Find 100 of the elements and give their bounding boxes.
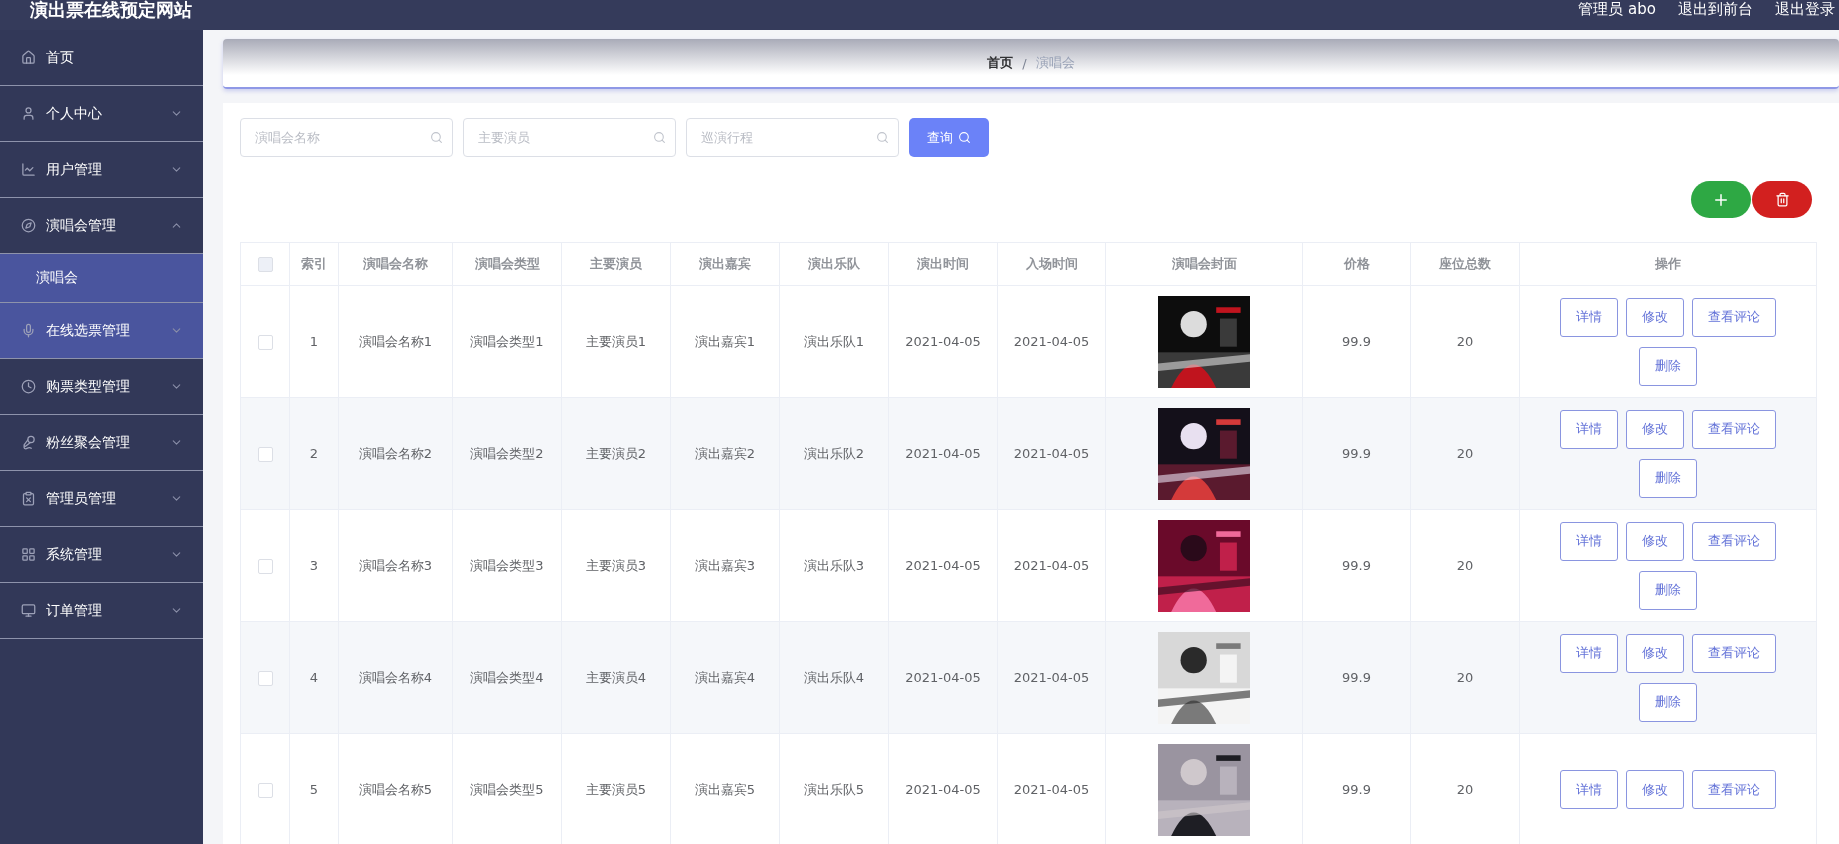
table-cell: 演出嘉宾3 xyxy=(670,509,780,622)
user-icon xyxy=(21,106,36,121)
action-button[interactable]: 修改 xyxy=(1626,633,1684,673)
search-field[interactable]: 巡演行程 xyxy=(686,118,899,157)
action-button[interactable]: 查看评论 xyxy=(1692,770,1776,809)
clock-icon xyxy=(21,379,36,394)
table-cell: 99.9 xyxy=(1302,621,1411,734)
header-link[interactable]: 退出登录 xyxy=(1775,0,1835,18)
column-header: 演出乐队 xyxy=(779,242,889,286)
column-header: 索引 xyxy=(289,242,339,286)
action-button[interactable]: 查看评论 xyxy=(1692,409,1776,449)
table-cell: 4 xyxy=(289,621,339,734)
column-header: 主要演员 xyxy=(561,242,671,286)
action-button[interactable]: 删除 xyxy=(1639,682,1697,722)
search-icon xyxy=(876,131,889,144)
column-header: 演出时间 xyxy=(888,242,998,286)
table-cell: 20 xyxy=(1410,397,1520,510)
table-cell: 1 xyxy=(289,285,339,398)
header-link[interactable]: 退出到前台 xyxy=(1678,0,1753,18)
table-cell: 20 xyxy=(1410,285,1520,398)
table-cell: 演出乐队1 xyxy=(779,285,889,398)
table-cell: 2021-04-05 xyxy=(888,285,998,398)
table-cell: 2021-04-05 xyxy=(888,621,998,734)
action-button[interactable]: 删除 xyxy=(1639,570,1697,610)
search-icon xyxy=(430,131,443,144)
breadcrumb-separator: / xyxy=(1022,55,1027,71)
search-icon xyxy=(653,131,666,144)
table-cell: 99.9 xyxy=(1302,285,1411,398)
table-cell: 99.9 xyxy=(1302,397,1411,510)
site-title: 演出票在线预定网站 xyxy=(30,0,192,20)
column-header: 座位总数 xyxy=(1410,242,1520,286)
table-cell: 主要演员2 xyxy=(561,397,671,510)
grid-icon xyxy=(21,547,36,562)
trash-icon xyxy=(1774,192,1790,207)
clipboard-icon xyxy=(21,491,36,506)
action-button[interactable]: 查看评论 xyxy=(1692,297,1776,337)
action-button[interactable]: 详情 xyxy=(1560,409,1618,449)
action-button[interactable]: 删除 xyxy=(1639,346,1697,386)
microphone-icon xyxy=(21,323,36,338)
table-cell: 演唱会类型1 xyxy=(452,285,562,398)
table-cell: 2021-04-05 xyxy=(997,621,1106,734)
row-checkbox[interactable] xyxy=(257,558,273,574)
table-cell: 99.9 xyxy=(1302,509,1411,622)
table-cell: 2 xyxy=(289,397,339,510)
table-cell: 演唱会名称4 xyxy=(338,621,453,734)
select-all-checkbox[interactable] xyxy=(257,257,273,272)
column-header: 演唱会封面 xyxy=(1105,242,1303,286)
action-button[interactable]: 修改 xyxy=(1626,297,1684,337)
row-checkbox[interactable] xyxy=(257,670,273,686)
column-header: 演唱会名称 xyxy=(338,242,453,286)
query-button[interactable]: 查询 xyxy=(909,118,989,157)
column-header: 价格 xyxy=(1302,242,1411,286)
breadcrumb-current: 演唱会 xyxy=(1035,54,1075,72)
table-cell: 演出乐队4 xyxy=(779,621,889,734)
sidebar-subitem[interactable]: 演唱会 xyxy=(0,254,203,303)
action-button[interactable]: 详情 xyxy=(1560,521,1618,561)
sidebar-item[interactable]: 在线选票管理 xyxy=(0,303,203,359)
column-header: 入场时间 xyxy=(997,242,1106,286)
search-icon xyxy=(958,131,971,144)
table-cell: 演唱会类型3 xyxy=(452,509,562,622)
row-checkbox[interactable] xyxy=(257,334,273,350)
table-cell: 2021-04-05 xyxy=(888,397,998,510)
table-cell: 主要演员4 xyxy=(561,621,671,734)
microphone-icon xyxy=(21,435,36,450)
action-button[interactable]: 修改 xyxy=(1626,770,1684,809)
table-cell: 演唱会名称3 xyxy=(338,509,453,622)
table-cell: 2021-04-05 xyxy=(997,285,1106,398)
table-cell: 演出嘉宾1 xyxy=(670,285,780,398)
search-field[interactable]: 主要演员 xyxy=(463,118,676,157)
action-button[interactable]: 详情 xyxy=(1560,297,1618,337)
search-field[interactable]: 演唱会名称 xyxy=(240,118,453,157)
table-cell: 演唱会名称2 xyxy=(338,397,453,510)
compass-icon xyxy=(21,218,36,233)
table-cell: 主要演员3 xyxy=(561,509,671,622)
delete-button[interactable] xyxy=(1752,181,1812,218)
add-button[interactable] xyxy=(1691,181,1751,218)
row-checkbox[interactable] xyxy=(257,446,273,462)
action-button[interactable]: 查看评论 xyxy=(1692,521,1776,561)
action-button[interactable]: 详情 xyxy=(1560,633,1618,673)
table-cell: 20 xyxy=(1410,509,1520,622)
column-header: 演唱会类型 xyxy=(452,242,562,286)
table-cell: 演唱会类型4 xyxy=(452,621,562,734)
table-cell: 演出乐队2 xyxy=(779,397,889,510)
row-checkbox[interactable] xyxy=(257,782,273,798)
table-cell: 3 xyxy=(289,509,339,622)
action-button[interactable]: 修改 xyxy=(1626,521,1684,561)
breadcrumb-link[interactable]: 首页 xyxy=(987,54,1014,72)
table-cell: 演出嘉宾4 xyxy=(670,621,780,734)
table-cell: 2021-04-05 xyxy=(888,509,998,622)
action-button[interactable]: 详情 xyxy=(1560,770,1618,809)
action-button[interactable]: 查看评论 xyxy=(1692,633,1776,673)
chart-icon xyxy=(21,162,36,177)
house-icon xyxy=(21,50,36,65)
action-button[interactable]: 删除 xyxy=(1639,458,1697,498)
table-cell: 演出乐队3 xyxy=(779,509,889,622)
table-cell: 2021-04-05 xyxy=(997,397,1106,510)
table-cell: 演出嘉宾2 xyxy=(670,397,780,510)
table-cell: 演唱会类型2 xyxy=(452,397,562,510)
monitor-icon xyxy=(21,603,36,618)
action-button[interactable]: 修改 xyxy=(1626,409,1684,449)
